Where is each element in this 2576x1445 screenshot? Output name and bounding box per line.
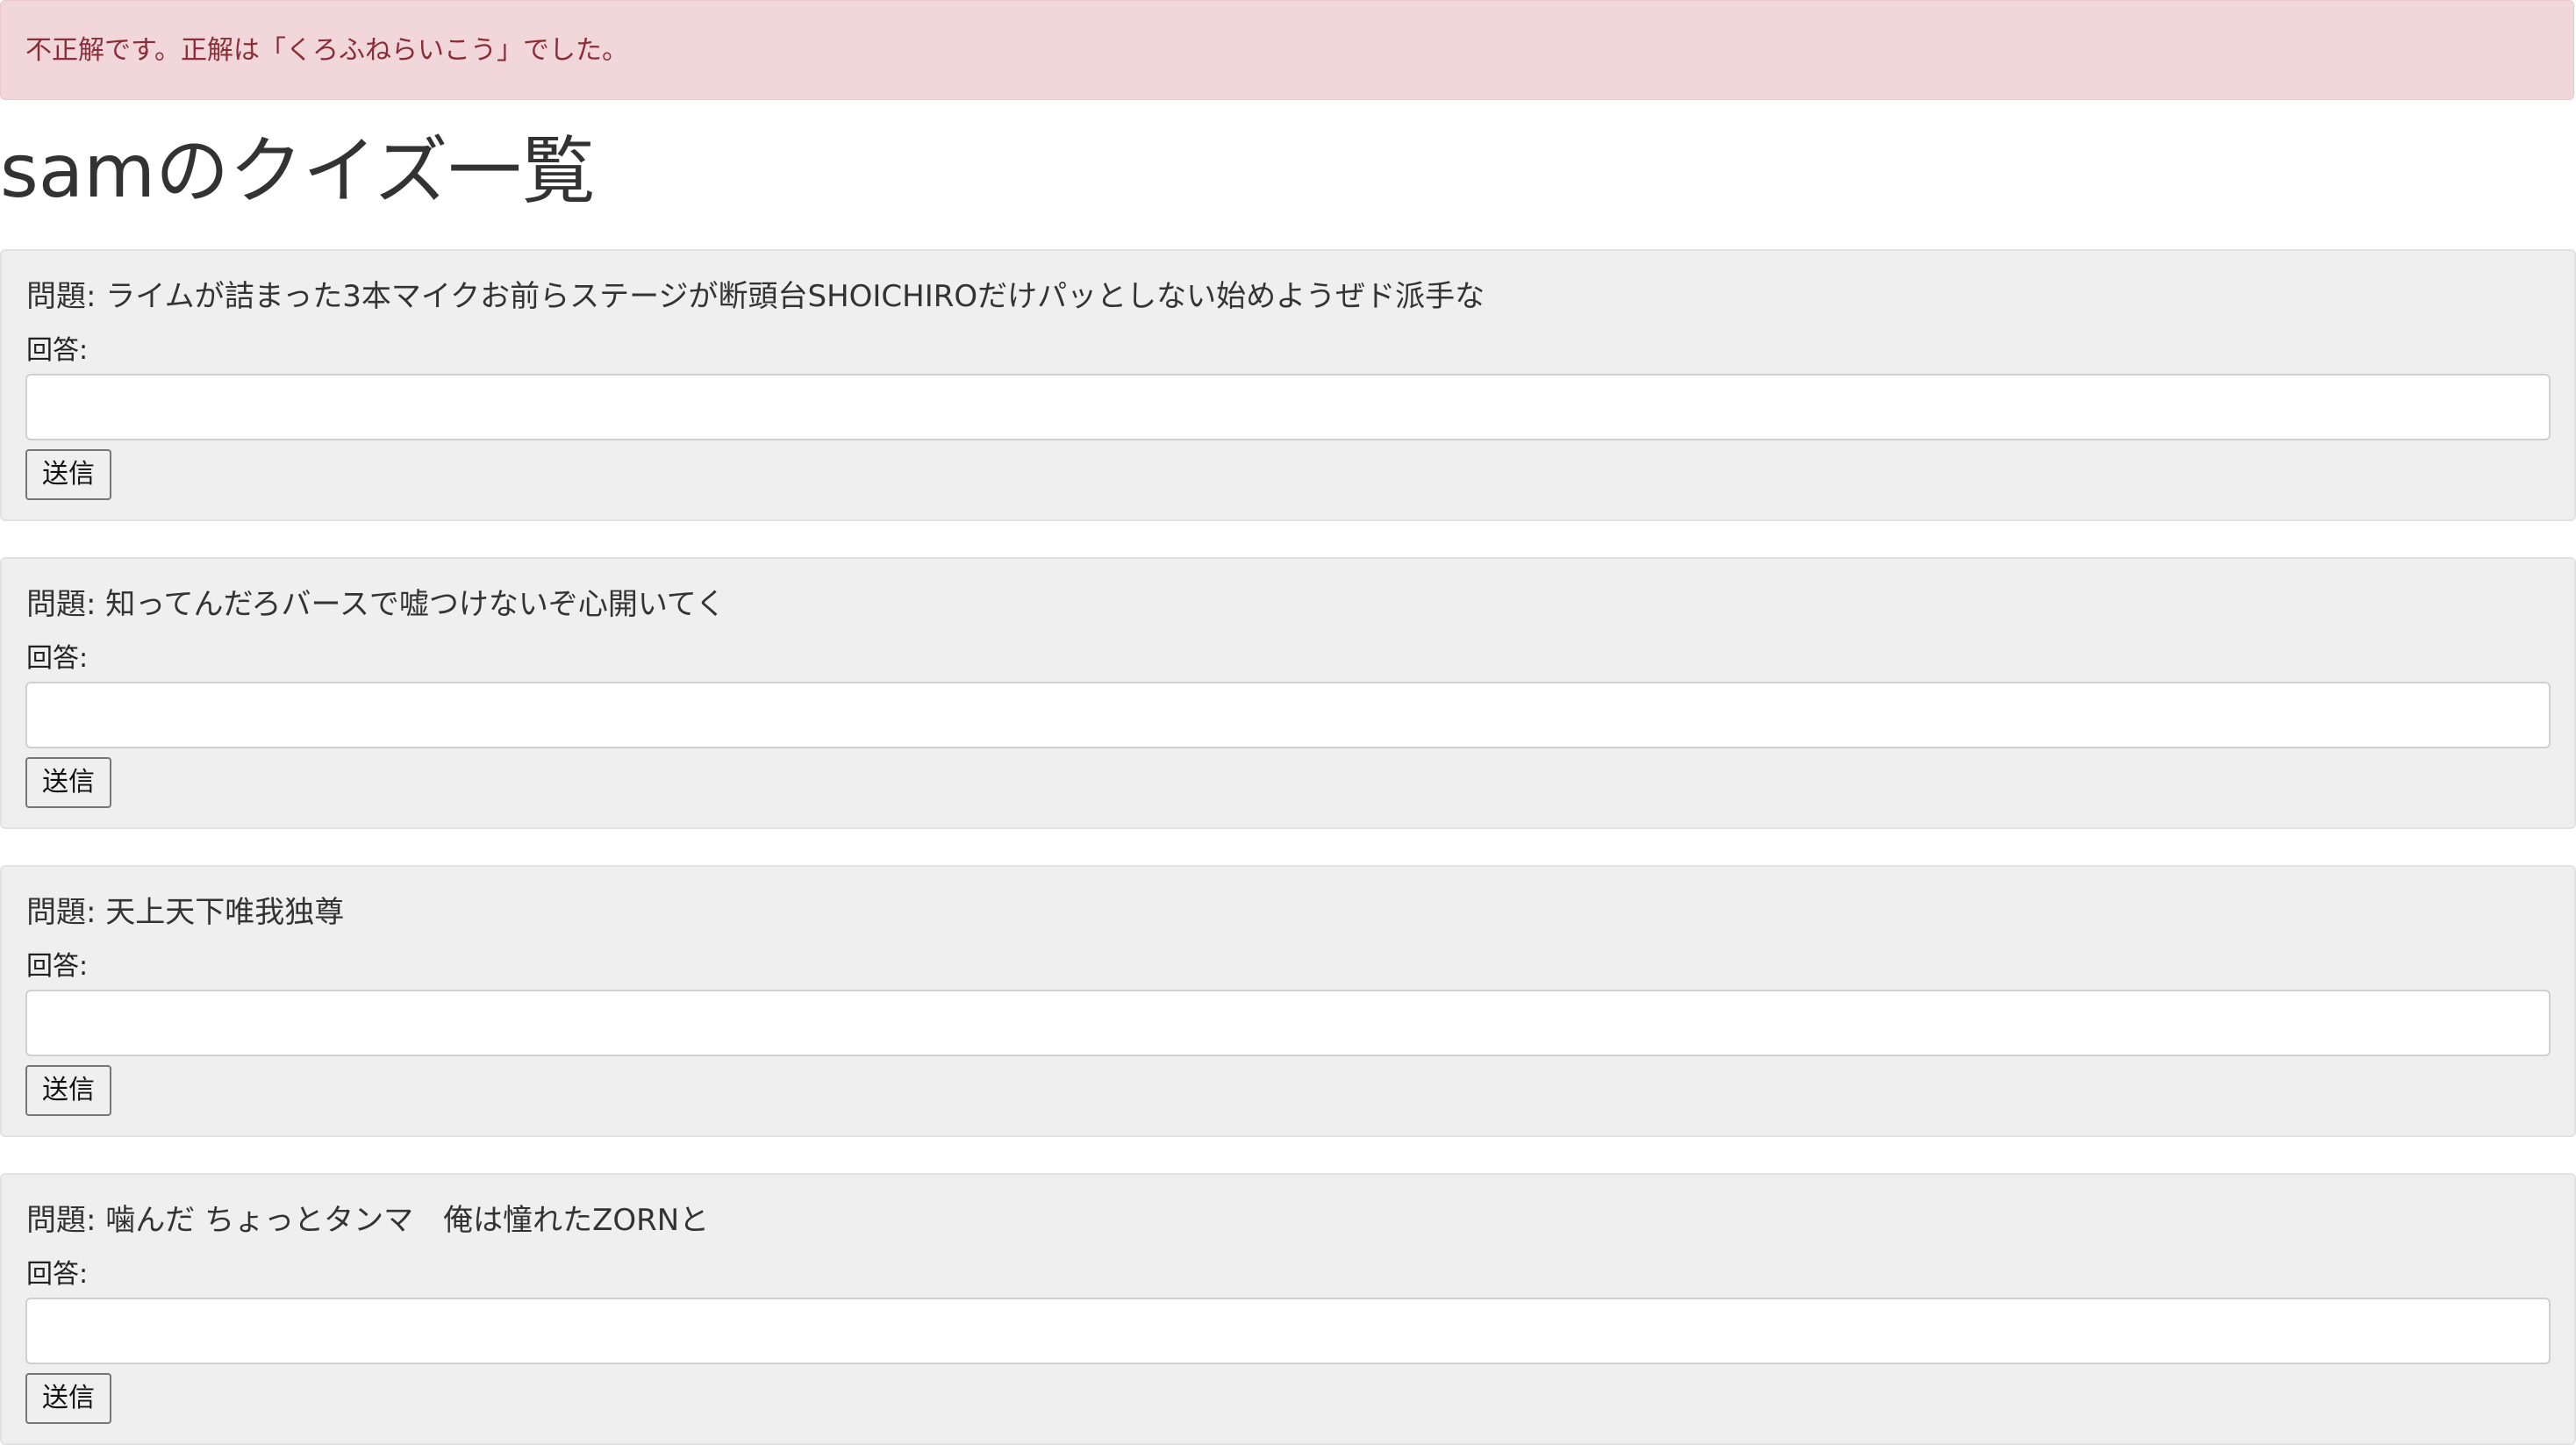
- submit-button[interactable]: 送信: [25, 1373, 111, 1424]
- quiz-card: 問題: 知ってんだろバースで嘘つけないぞ心開いてく 回答: 送信: [0, 557, 2576, 829]
- quiz-question: 問題: 知ってんだろバースで嘘つけないぞ心開いてく: [26, 587, 726, 622]
- quiz-question: 問題: 噛んだ ちょっとタンマ 俺は憧れたZORNと: [26, 1203, 710, 1238]
- quiz-question: 問題: ライムが詰まった3本マイクお前らステージが断頭台SHOICHIROだけパ…: [26, 279, 1485, 314]
- submit-button[interactable]: 送信: [25, 1065, 111, 1116]
- page-title: samのクイズ一覧: [0, 128, 596, 214]
- quiz-question: 問題: 天上天下唯我独尊: [26, 895, 345, 930]
- quiz-card: 問題: 噛んだ ちょっとタンマ 俺は憧れたZORNと 回答: 送信: [0, 1173, 2576, 1445]
- error-alert: 不正解です。正解は「くろふねらいこう」でした。: [0, 0, 2574, 100]
- answer-input[interactable]: [25, 374, 2551, 440]
- answer-label: 回答:: [26, 1259, 89, 1290]
- answer-label: 回答:: [26, 951, 89, 982]
- quiz-card: 問題: ライムが詰まった3本マイクお前らステージが断頭台SHOICHIROだけパ…: [0, 249, 2576, 521]
- submit-button[interactable]: 送信: [25, 757, 111, 808]
- alert-message: 不正解です。正解は「くろふねらいこう」でした。: [25, 35, 628, 66]
- answer-label: 回答:: [26, 335, 89, 366]
- answer-label: 回答:: [26, 643, 89, 674]
- answer-input[interactable]: [25, 990, 2551, 1056]
- answer-input[interactable]: [25, 682, 2551, 748]
- submit-button[interactable]: 送信: [25, 449, 111, 500]
- answer-input[interactable]: [25, 1298, 2551, 1364]
- quiz-card: 問題: 天上天下唯我独尊 回答: 送信: [0, 865, 2576, 1137]
